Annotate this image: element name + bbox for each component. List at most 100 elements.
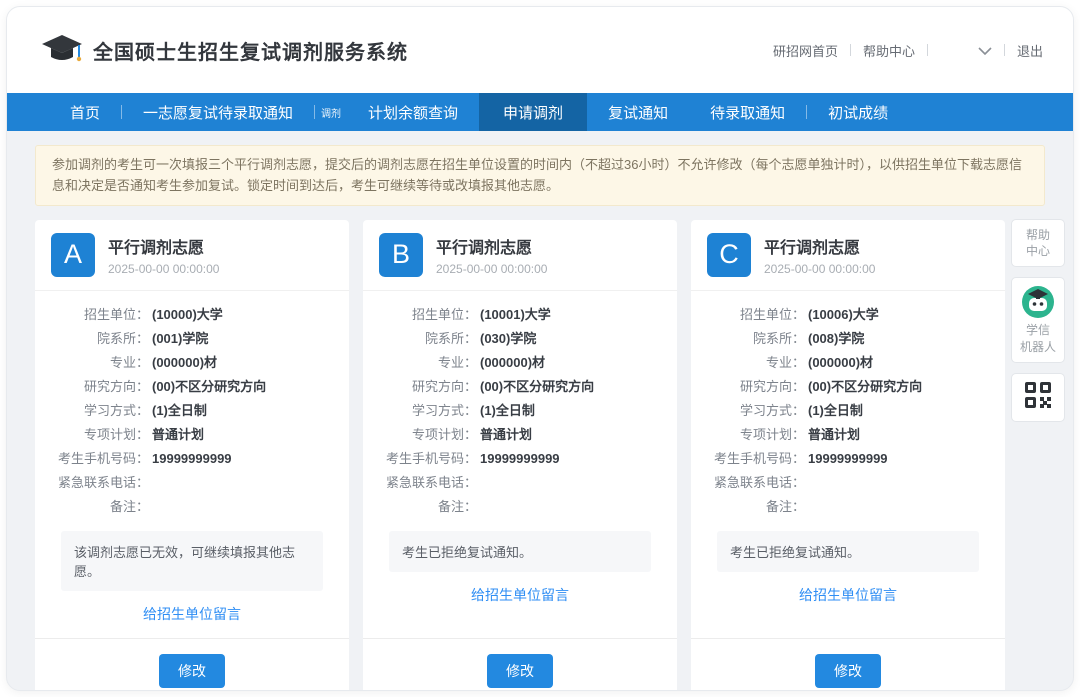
field-row-special-plan: 专项计划： 普通计划 <box>49 423 335 447</box>
message-link-row: 给招生单位留言 <box>49 591 335 638</box>
field-row-phone: 考生手机号码： 19999999999 <box>377 447 663 471</box>
message-link-row: 给招生单位留言 <box>705 572 991 619</box>
brand: 全国硕士生招生复试调剂服务系统 <box>41 33 408 67</box>
field-value: (000000)材 <box>149 351 217 375</box>
field-value: (1)全日制 <box>149 399 207 423</box>
card-datetime: 2025-00-00 00:00:00 <box>108 262 219 276</box>
field-label: 紧急联系电话： <box>705 471 805 495</box>
page-title: 全国硕士生招生复试调剂服务系统 <box>93 36 408 65</box>
top-link-separator <box>850 44 851 56</box>
help-center-widget-label-line2: 中心 <box>1026 243 1050 259</box>
field-value: 19999999999 <box>149 447 232 471</box>
volunteer-card-a: A 平行调剂志愿 2025-00-00 00:00:00 招生单位： (1000… <box>35 220 349 690</box>
field-row-phone: 考生手机号码： 19999999999 <box>705 447 991 471</box>
field-label: 院系所： <box>377 327 477 351</box>
card-title: 平行调剂志愿 <box>436 234 547 258</box>
field-label: 招生单位： <box>377 303 477 327</box>
field-value: 19999999999 <box>477 447 560 471</box>
field-value: (10000)大学 <box>149 303 223 327</box>
field-value <box>149 471 152 495</box>
message-link-row: 给招生单位留言 <box>377 572 663 619</box>
field-label: 专项计划： <box>377 423 477 447</box>
field-value: (1)全日制 <box>477 399 535 423</box>
top-links: 研招网首页 帮助中心 退出 <box>773 41 1043 60</box>
volunteer-letter-badge: C <box>707 233 751 277</box>
nav-item-apply-tiaoji[interactable]: 申请调剂 <box>479 93 587 131</box>
field-value: (001)学院 <box>149 327 208 351</box>
field-row-admission-unit: 招生单位： (10001)大学 <box>377 303 663 327</box>
help-center-link[interactable]: 帮助中心 <box>863 41 915 60</box>
field-label: 考生手机号码： <box>49 447 149 471</box>
field-row-remark: 备注： <box>377 495 663 519</box>
field-value: (00)不区分研究方向 <box>477 375 594 399</box>
nav-item-plan-balance-query[interactable]: 计划余额查询 <box>347 93 479 131</box>
nav-item-admission-notice[interactable]: 待录取通知 <box>689 93 806 131</box>
logout-link[interactable]: 退出 <box>1017 41 1043 60</box>
nav-item-home[interactable]: 首页 <box>49 93 121 131</box>
field-row-phone: 考生手机号码： 19999999999 <box>49 447 335 471</box>
xuexin-robot-widget[interactable]: 学信 机器人 <box>1011 277 1065 362</box>
field-label: 研究方向： <box>705 375 805 399</box>
field-value: (030)学院 <box>477 327 536 351</box>
field-label: 专业： <box>49 351 149 375</box>
card-body: 招生单位： (10000)大学 院系所： (001)学院 专业： (000000… <box>35 291 349 638</box>
card-body: 招生单位： (10001)大学 院系所： (030)学院 专业： (000000… <box>363 291 677 619</box>
nav-item-first-choice-notice[interactable]: 一志愿复试待录取通知 <box>122 93 314 131</box>
field-value: (10001)大学 <box>477 303 551 327</box>
message-to-unit-link[interactable]: 给招生单位留言 <box>799 587 897 603</box>
app-frame: 全国硕士生招生复试调剂服务系统 研招网首页 帮助中心 退出 首页 一志愿复试待录… <box>6 6 1074 691</box>
field-label: 紧急联系电话： <box>49 471 149 495</box>
field-row-research-direction: 研究方向： (00)不区分研究方向 <box>377 375 663 399</box>
field-value <box>805 495 808 519</box>
field-label: 备注： <box>49 495 149 519</box>
field-label: 专项计划： <box>49 423 149 447</box>
field-label: 研究方向： <box>377 375 477 399</box>
graduation-cap-icon <box>41 33 83 67</box>
field-label: 招生单位： <box>49 303 149 327</box>
field-row-remark: 备注： <box>705 495 991 519</box>
field-row-admission-unit: 招生单位： (10006)大学 <box>705 303 991 327</box>
qr-code-widget[interactable] <box>1011 373 1065 422</box>
card-title: 平行调剂志愿 <box>764 234 875 258</box>
card-footer: 修改 <box>691 638 1005 690</box>
card-header-text: 平行调剂志愿 2025-00-00 00:00:00 <box>108 234 219 276</box>
yanzhao-home-link[interactable]: 研招网首页 <box>773 41 838 60</box>
volunteer-letter-badge: A <box>51 233 95 277</box>
message-to-unit-link[interactable]: 给招生单位留言 <box>143 606 241 622</box>
field-label: 招生单位： <box>705 303 805 327</box>
help-center-widget[interactable]: 帮助 中心 <box>1011 219 1065 267</box>
card-header-text: 平行调剂志愿 2025-00-00 00:00:00 <box>436 234 547 276</box>
field-row-study-mode: 学习方式： (1)全日制 <box>377 399 663 423</box>
nav-item-initial-scores[interactable]: 初试成绩 <box>807 93 909 131</box>
help-center-widget-label-line1: 帮助 <box>1026 227 1050 243</box>
username-placeholder <box>940 45 966 55</box>
field-value: (00)不区分研究方向 <box>805 375 922 399</box>
field-value: 普通计划 <box>477 423 532 447</box>
user-menu-dropdown[interactable] <box>978 43 992 58</box>
field-label: 学习方式： <box>49 399 149 423</box>
robot-widget-label-line2: 机器人 <box>1020 339 1056 355</box>
modify-button[interactable]: 修改 <box>815 654 881 688</box>
volunteer-card-c: C 平行调剂志愿 2025-00-00 00:00:00 招生单位： (1000… <box>691 220 1005 690</box>
field-row-study-mode: 学习方式： (1)全日制 <box>49 399 335 423</box>
field-row-research-direction: 研究方向： (00)不区分研究方向 <box>705 375 991 399</box>
robot-widget-label-line1: 学信 <box>1026 322 1050 338</box>
robot-avatar-icon <box>1021 285 1055 319</box>
message-to-unit-link[interactable]: 给招生单位留言 <box>471 587 569 603</box>
modify-button[interactable]: 修改 <box>487 654 553 688</box>
modify-button[interactable]: 修改 <box>159 654 225 688</box>
field-row-department: 院系所： (030)学院 <box>377 327 663 351</box>
qr-code-icon <box>1024 381 1052 414</box>
field-value: (00)不区分研究方向 <box>149 375 266 399</box>
field-label: 考生手机号码： <box>377 447 477 471</box>
nav-item-retest-notice[interactable]: 复试通知 <box>587 93 689 131</box>
status-message: 考生已拒绝复试通知。 <box>717 531 979 572</box>
card-header-text: 平行调剂志愿 2025-00-00 00:00:00 <box>764 234 875 276</box>
card-footer: 修改 <box>363 638 677 690</box>
field-value: (10006)大学 <box>805 303 879 327</box>
field-value <box>477 495 480 519</box>
field-label: 专项计划： <box>705 423 805 447</box>
field-value <box>805 471 808 495</box>
field-row-admission-unit: 招生单位： (10000)大学 <box>49 303 335 327</box>
field-row-special-plan: 专项计划： 普通计划 <box>377 423 663 447</box>
